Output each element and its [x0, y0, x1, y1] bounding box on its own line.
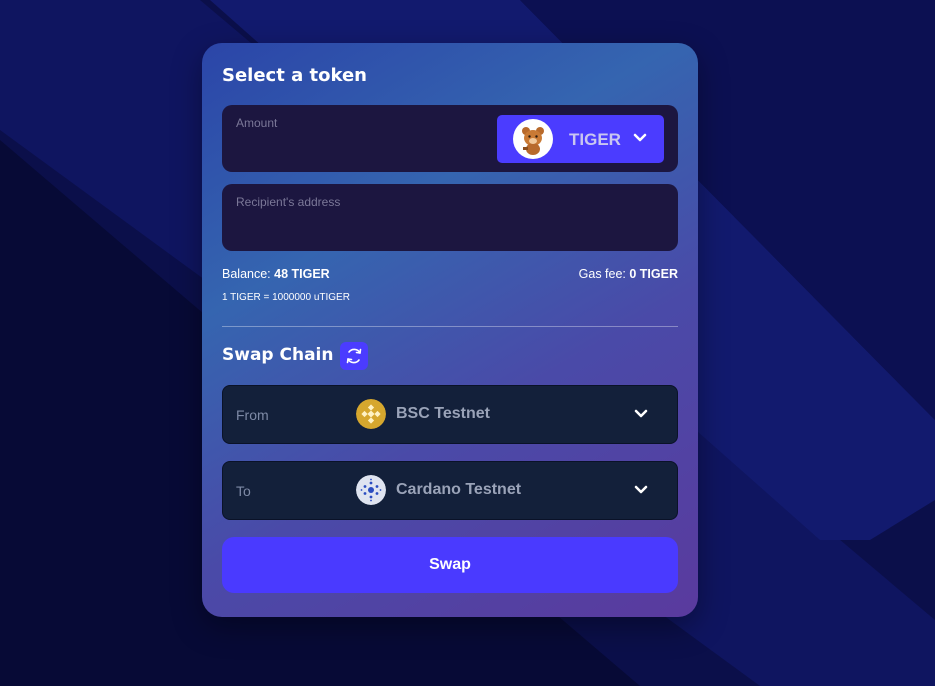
token-select-button[interactable]: TIGER	[497, 115, 664, 163]
from-chain-name: BSC Testnet	[396, 405, 490, 422]
conversion-rate: 1 TIGER = 1000000 uTIGER	[222, 292, 350, 303]
recipient-address-label: Recipient's address	[236, 195, 341, 209]
balance-value: 48 TIGER	[274, 267, 330, 281]
bnb-icon	[356, 399, 386, 429]
token-swap-card: Select a token Amount TIGER Recipient's …	[202, 43, 698, 617]
tiger-avatar-icon	[513, 119, 553, 159]
balance-label: Balance:	[222, 267, 271, 281]
amount-field[interactable]: Amount TIGER	[222, 105, 678, 172]
token-name: TIGER	[569, 130, 621, 149]
from-label: From	[236, 407, 269, 423]
gas-fee-info: Gas fee: 0 TIGER	[579, 267, 678, 281]
gas-fee-value: 0 TIGER	[629, 267, 678, 281]
balance-info: Balance: 48 TIGER	[222, 267, 330, 281]
divider	[222, 326, 678, 327]
chevron-down-icon	[634, 409, 648, 418]
to-label: To	[236, 483, 251, 499]
to-chain-name: Cardano Testnet	[396, 481, 522, 498]
to-chain-select[interactable]: To Cardano Testnet	[222, 461, 678, 520]
amount-label: Amount	[236, 116, 278, 130]
swap-arrows-icon[interactable]	[340, 342, 368, 370]
swap-button[interactable]: Swap	[222, 537, 678, 593]
chevron-down-icon	[634, 485, 648, 494]
from-chain-select[interactable]: From BSC Testnet	[222, 385, 678, 444]
card-title: Select a token	[222, 65, 367, 86]
swap-chain-title: Swap Chain	[222, 345, 334, 365]
chevron-down-icon	[633, 133, 647, 142]
gas-fee-label: Gas fee:	[578, 267, 626, 281]
cardano-icon	[356, 475, 386, 505]
recipient-address-field[interactable]: Recipient's address	[222, 184, 678, 251]
